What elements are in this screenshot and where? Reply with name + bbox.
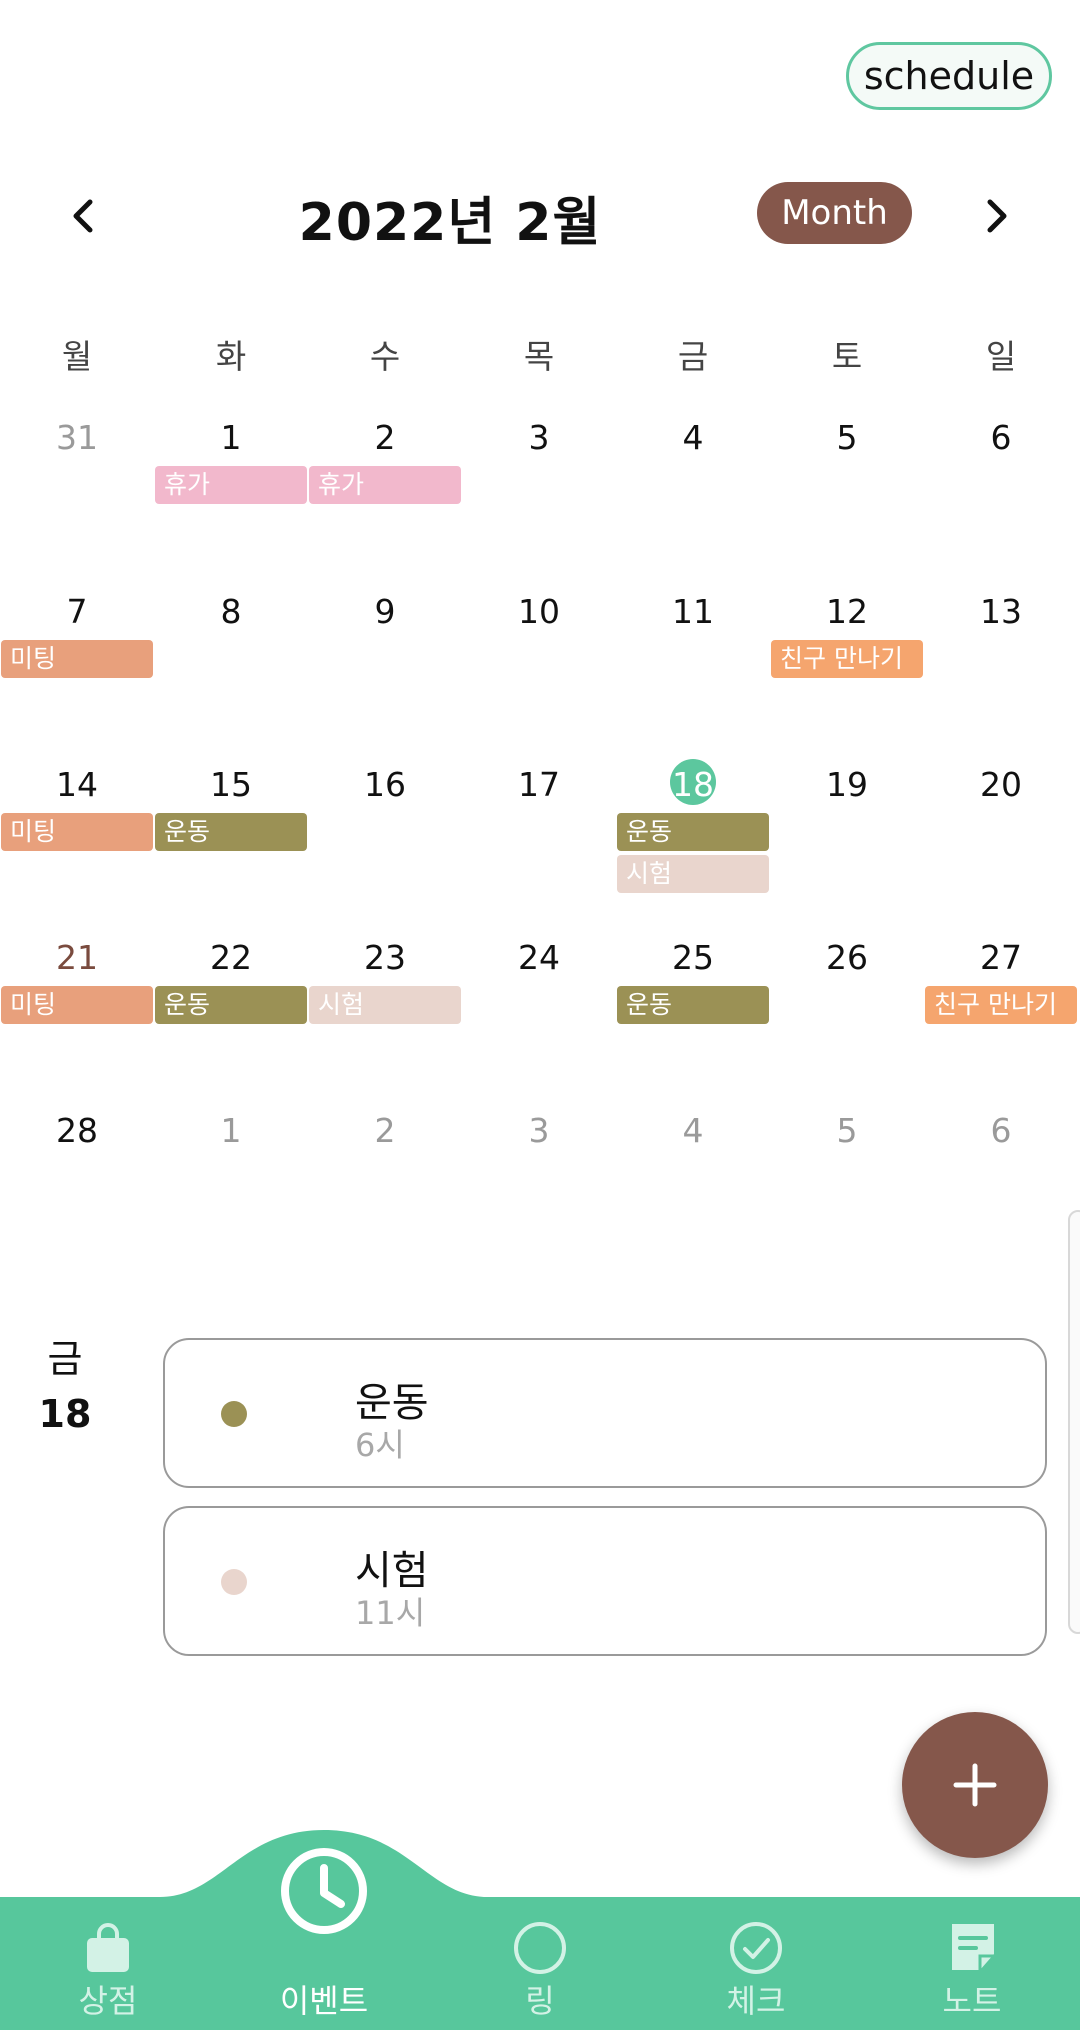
calendar-day[interactable]: 2 — [308, 1111, 462, 1150]
nav-label: 상점 — [78, 1982, 138, 2020]
calendar-day[interactable]: 13 — [924, 592, 1078, 631]
selected-weekday: 금 — [47, 1337, 83, 1381]
calendar-day[interactable]: 6 — [924, 418, 1078, 457]
check-circle-icon — [730, 1922, 782, 1974]
side-drawer-handle[interactable] — [1068, 1210, 1080, 1634]
event-card[interactable]: 운동 6시 — [163, 1338, 1047, 1488]
calendar-day[interactable]: 9 — [308, 592, 462, 631]
nav-label: 이벤트 — [279, 1982, 369, 2020]
calendar-day[interactable]: 4 — [616, 418, 770, 457]
calendar-day[interactable]: 23 — [308, 938, 462, 977]
calendar-day[interactable]: 4 — [616, 1111, 770, 1150]
circle-icon — [514, 1922, 566, 1974]
event-time: 11시 — [355, 1594, 426, 1632]
nav-item-ring[interactable]: 링 — [465, 1830, 615, 2030]
calendar-day[interactable]: 3 — [462, 418, 616, 457]
nav-item-event[interactable]: 이벤트 — [249, 1830, 399, 2030]
event-color-dot — [221, 1401, 247, 1427]
calendar-day[interactable]: 6 — [924, 1111, 1078, 1150]
calendar-day[interactable]: 14 — [0, 765, 154, 804]
calendar-day[interactable]: 18 — [616, 765, 770, 804]
calendar-day[interactable]: 26 — [770, 938, 924, 977]
calendar-day[interactable]: 24 — [462, 938, 616, 977]
nav-label: 링 — [525, 1982, 555, 2020]
nav-item-note[interactable]: 노트 — [897, 1830, 1047, 2030]
calendar-day[interactable]: 16 — [308, 765, 462, 804]
calendar-event-bar[interactable]: 운동 — [617, 813, 769, 851]
nav-label: 체크 — [726, 1982, 786, 2020]
calendar-event-bar[interactable]: 시험 — [617, 855, 769, 893]
plus-icon — [953, 1763, 997, 1807]
event-time: 6시 — [355, 1426, 405, 1464]
calendar-day[interactable]: 27 — [924, 938, 1078, 977]
calendar-day[interactable]: 11 — [616, 592, 770, 631]
clock-icon — [281, 1848, 367, 1934]
calendar-day[interactable]: 1 — [154, 1111, 308, 1150]
calendar-day[interactable]: 5 — [770, 1111, 924, 1150]
calendar-event-bar[interactable]: 미팅 — [1, 986, 153, 1024]
calendar-day[interactable]: 15 — [154, 765, 308, 804]
calendar-day[interactable]: 10 — [462, 592, 616, 631]
calendar-day[interactable]: 1 — [154, 418, 308, 457]
calendar-event-bar[interactable]: 시험 — [309, 986, 461, 1024]
calendar-day[interactable]: 28 — [0, 1111, 154, 1150]
calendar-day[interactable]: 3 — [462, 1111, 616, 1150]
selected-day-number: 18 — [38, 1392, 92, 1436]
calendar-day[interactable]: 19 — [770, 765, 924, 804]
bottom-navigation: 상점 이벤트 링 체크 노트 — [0, 1830, 1080, 2030]
event-card[interactable]: 시험 11시 — [163, 1506, 1047, 1656]
calendar-day[interactable]: 2 — [308, 418, 462, 457]
calendar-day[interactable]: 5 — [770, 418, 924, 457]
calendar-day[interactable]: 7 — [0, 592, 154, 631]
shopping-bag-icon — [87, 1923, 129, 1972]
calendar-day[interactable]: 12 — [770, 592, 924, 631]
calendar-day[interactable]: 21 — [0, 938, 154, 977]
calendar-day[interactable]: 8 — [154, 592, 308, 631]
calendar-event-bar[interactable]: 미팅 — [1, 813, 153, 851]
calendar-event-bar[interactable]: 운동 — [617, 986, 769, 1024]
calendar-event-bar[interactable]: 친구 만나기 — [771, 640, 923, 678]
note-icon — [952, 1924, 994, 1970]
calendar-event-bar[interactable]: 휴가 — [309, 466, 461, 504]
event-color-dot — [221, 1569, 247, 1595]
calendar-event-bar[interactable]: 친구 만나기 — [925, 986, 1077, 1024]
calendar-day[interactable]: 20 — [924, 765, 1078, 804]
nav-label: 노트 — [942, 1982, 1002, 2020]
calendar-day[interactable]: 22 — [154, 938, 308, 977]
nav-item-check[interactable]: 체크 — [681, 1830, 831, 2030]
calendar-grid: 31 1 2 3 4 5 6 7 8 9 10 11 12 13 14 15 16 17 18 19 20 21 22 23 2… — [0, 0, 1080, 1180]
calendar-event-bar[interactable]: 운동 — [155, 813, 307, 851]
calendar-event-bar[interactable]: 휴가 — [155, 466, 307, 504]
calendar-event-bar[interactable]: 미팅 — [1, 640, 153, 678]
calendar-day[interactable]: 17 — [462, 765, 616, 804]
calendar-event-bar[interactable]: 운동 — [155, 986, 307, 1024]
calendar-day[interactable]: 31 — [0, 418, 154, 457]
calendar-day[interactable]: 25 — [616, 938, 770, 977]
nav-item-shop[interactable]: 상점 — [33, 1830, 183, 2030]
